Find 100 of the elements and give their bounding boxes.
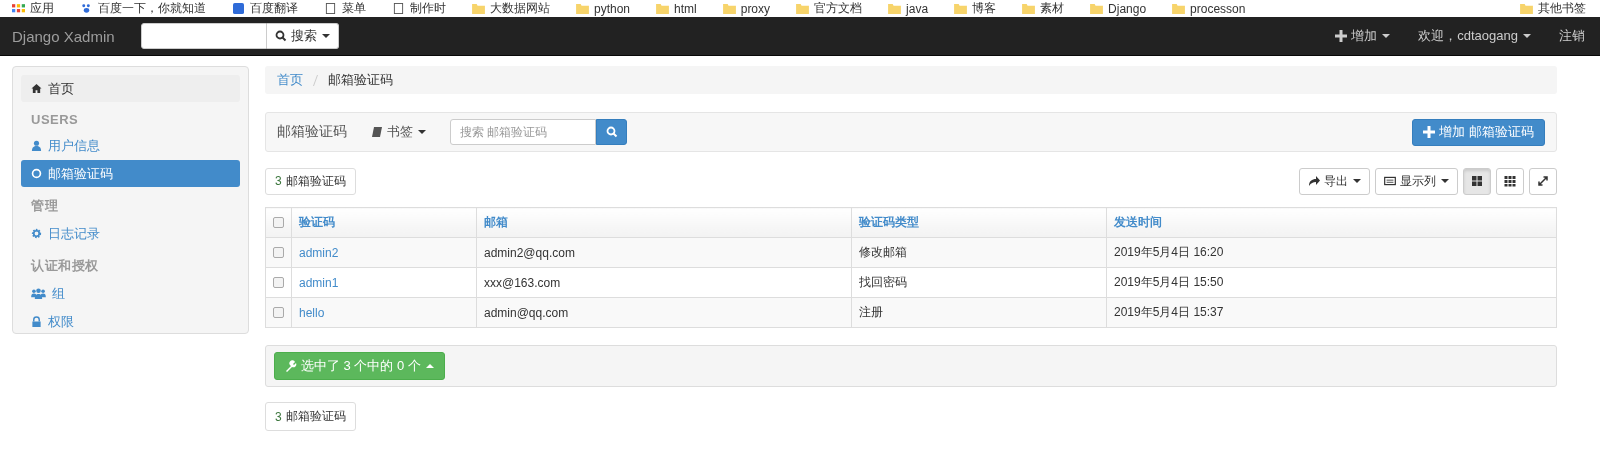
folder-icon [656,3,670,14]
result-count: 3 邮箱验证码 [265,402,356,431]
sidebar-item[interactable]: 用户信息 [21,132,240,159]
bookmarks-menu[interactable]: 书签 [371,123,426,141]
bookmark-link[interactable]: python [576,1,631,16]
search-button[interactable] [596,119,627,145]
add-menu[interactable]: 增加 [1335,27,1391,45]
list-icon [1384,175,1396,187]
table-cell: admin2@qq.com [484,245,575,260]
logout-link[interactable]: 注销 [1559,27,1585,45]
caret-icon [418,130,426,134]
table-cell: 修改邮箱 [859,245,907,259]
circle-icon [31,168,42,179]
sidebar-item[interactable]: 首页 [21,75,240,102]
grid-view-button[interactable] [1463,167,1491,195]
bookmark-link[interactable]: 素材 [1022,0,1065,17]
table-cell: 2019年5月4日 15:50 [1114,275,1224,289]
folder-icon [1090,3,1104,14]
caret-icon [1523,34,1531,38]
column-header[interactable]: 验证码类型 [859,215,919,229]
search-button[interactable]: 搜索 [266,23,339,49]
section-header: 管理 [30,197,59,215]
column-header[interactable]: 发送时间 [1114,215,1162,229]
folder-icon [1520,3,1533,14]
column-header[interactable]: 邮箱 [484,215,508,229]
bookmark-link[interactable]: 制作时 [392,0,446,17]
bookmark-link[interactable]: 应用 [12,0,54,17]
bookmark-link[interactable]: html [656,1,697,16]
row-checkbox[interactable] [273,307,284,318]
row-checkbox[interactable] [273,247,284,258]
translate-icon [232,3,245,14]
record-link[interactable]: admin2 [299,245,339,260]
expand-icon [1537,175,1549,187]
sidebar-item[interactable]: 邮箱验证码 [21,160,240,187]
wrench-icon [285,360,297,372]
result-count: 3 邮箱验证码 [265,167,356,195]
record-link[interactable]: admin1 [299,275,339,290]
table-cell: 找回密码 [859,275,907,289]
caret-icon [321,34,330,38]
bookmark-link[interactable]: proxy [722,1,771,16]
bookmark-link[interactable]: 百度一下，你就知道 [80,0,206,17]
table-cell: 注册 [859,305,883,319]
bookmark-link[interactable]: 菜单 [324,0,366,17]
search-field[interactable]: 搜索 邮箱验证码 [450,119,596,145]
brand-title[interactable]: Django Xadmin [12,27,115,45]
sidebar-item[interactable]: 组 [21,280,240,307]
folder-icon [888,3,902,14]
add-button[interactable]: 增加 邮箱验证码 [1412,118,1545,146]
plus-icon [1335,30,1348,42]
page-title: 邮箱验证码 [277,123,347,141]
user-menu[interactable]: 欢迎，cdtaogang [1418,27,1531,45]
table-cell: 2019年5月4日 16:20 [1114,245,1224,259]
bookmark-link[interactable]: 官方文档 [796,0,863,17]
bookmark-link[interactable]: 博客 [954,0,997,17]
fullscreen-button[interactable] [1529,167,1557,195]
caret-icon [1353,179,1361,183]
book-icon [371,126,383,138]
caret-icon [1382,34,1391,38]
breadcrumb-current: 邮箱验证码 [328,71,393,89]
plus-icon [1423,126,1436,138]
page-icon [324,3,337,14]
folder-icon [472,3,485,14]
row-checkbox[interactable] [273,277,284,288]
section-header: USERS [30,111,80,129]
columns-button[interactable]: 显示列 [1375,167,1458,195]
bookmark-link[interactable]: 其他书签 [1520,0,1586,17]
folder-icon [954,3,968,14]
bookmark-link[interactable]: 大数据网站 [472,0,550,17]
paw-icon [80,3,93,14]
folder-icon [1022,3,1036,14]
search-icon [274,30,287,42]
home-icon [31,83,42,94]
bookmark-link[interactable]: 百度翻译 [232,0,298,17]
caret-icon [425,364,434,368]
select-all-checkbox[interactable] [273,217,284,228]
export-button[interactable]: 导出 [1299,167,1370,195]
folder-icon [1172,3,1186,14]
table-cell: 2019年5月4日 15:37 [1114,305,1224,319]
bookmark-link[interactable]: Django [1090,1,1147,16]
folder-icon [576,3,589,14]
table-cell: xxx@163.com [484,275,561,290]
compact-view-button[interactable] [1496,167,1524,195]
column-header[interactable]: 验证码 [299,215,335,229]
search-field[interactable] [140,23,267,49]
table-cell: admin@qq.com [484,305,569,320]
sidebar-item[interactable]: 日志记录 [21,220,240,247]
folder-icon [722,3,736,14]
bookmark-link[interactable]: java [888,1,929,16]
large-grid-icon [1471,175,1483,187]
small-grid-icon [1504,175,1516,187]
user-icon [31,140,42,151]
record-link[interactable]: hello [299,305,325,320]
caret-icon [1441,179,1449,183]
bookmark-link[interactable]: processon [1172,1,1246,16]
lock-icon [31,316,42,327]
sidebar-item[interactable]: 权限 [21,308,240,335]
share-arrow-icon [1308,175,1320,187]
apps-icon [12,3,25,14]
search-icon [605,126,618,138]
breadcrumb-link[interactable]: 首页 [277,71,303,89]
